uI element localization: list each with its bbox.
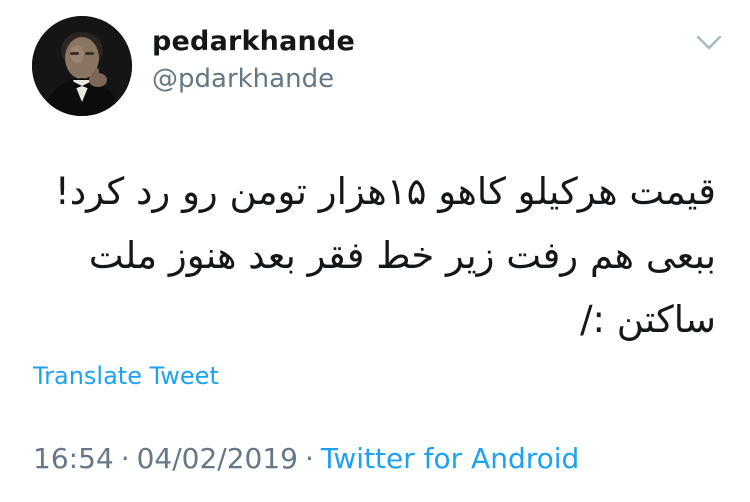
separator: · — [305, 442, 314, 475]
tweet-card: pedarkhande @pdarkhande قیمت هرکیلو کاهو… — [0, 0, 750, 502]
display-name[interactable]: pedarkhande — [152, 26, 355, 57]
avatar-image — [32, 16, 132, 116]
tweet-meta: 16:54 · 04/02/2019 · Twitter for Android — [33, 442, 579, 475]
chevron-down-icon[interactable] — [696, 34, 722, 52]
user-handle[interactable]: @pdarkhande — [152, 64, 334, 94]
tweet-date[interactable]: 04/02/2019 — [137, 442, 298, 475]
tweet-source-link[interactable]: Twitter for Android — [321, 442, 579, 475]
tweet-text-line: قیمت هرکیلو کاهو ۱۵هزار تومن رو رد کرد! — [54, 170, 716, 213]
tweet-text-line: ساکتن :/ — [580, 298, 716, 341]
translate-tweet-link[interactable]: Translate Tweet — [33, 362, 219, 390]
tweet-time[interactable]: 16:54 — [33, 442, 114, 475]
separator: · — [120, 442, 130, 475]
tweet-text: قیمت هرکیلو کاهو ۱۵هزار تومن رو رد کرد! … — [54, 160, 716, 352]
tweet-text-line: ببعی هم رفت زیر خط فقر بعد هنوز ملت — [88, 234, 716, 277]
avatar[interactable] — [32, 16, 132, 116]
